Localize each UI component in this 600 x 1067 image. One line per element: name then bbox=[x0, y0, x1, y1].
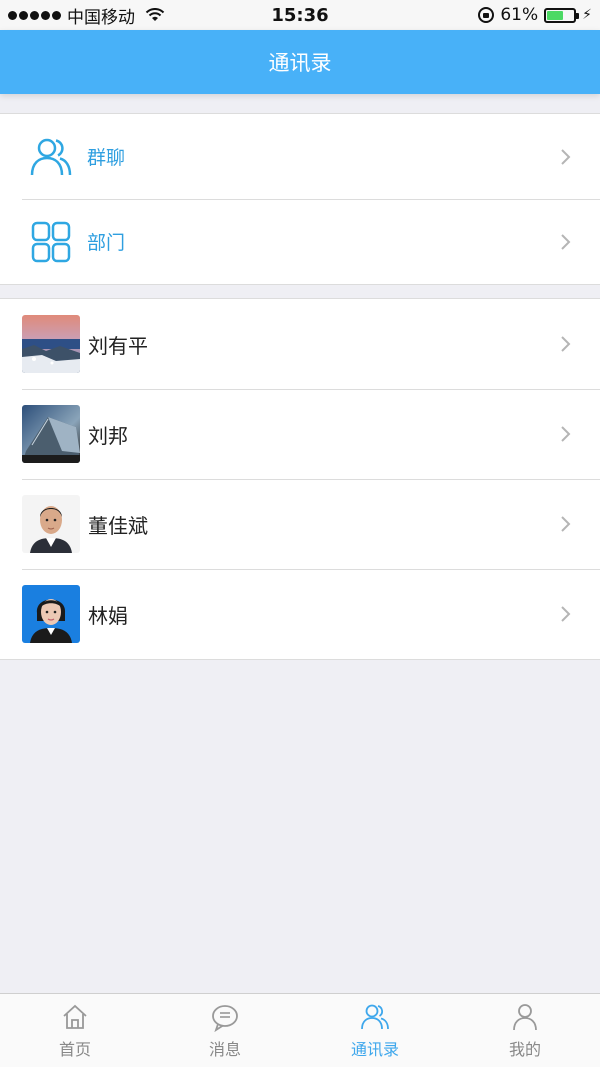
chevron-right-icon bbox=[561, 606, 571, 622]
battery-icon bbox=[544, 7, 580, 23]
navigation-bar: 通讯录 bbox=[0, 30, 600, 94]
contact-avatar bbox=[22, 315, 80, 373]
contact-name: 林娟 bbox=[88, 603, 128, 628]
tab-profile-label: 我的 bbox=[508, 1040, 541, 1059]
tab-contacts[interactable]: 通讯录 bbox=[300, 994, 450, 1067]
group-chat-label: 群聊 bbox=[87, 147, 126, 169]
wifi-icon bbox=[145, 8, 165, 21]
contact-row[interactable]: 刘邦 bbox=[0, 389, 600, 479]
signal-strength-icon bbox=[8, 10, 61, 20]
group-chat-row[interactable]: 群聊 bbox=[0, 114, 600, 199]
department-label: 部门 bbox=[87, 232, 126, 254]
contacts-section: 刘有平 刘邦 董佳斌 林娟 bbox=[0, 298, 600, 660]
charging-icon: ⚡ bbox=[582, 7, 592, 23]
home-icon bbox=[63, 1004, 87, 1029]
department-row[interactable]: 部门 bbox=[0, 199, 600, 284]
tab-bar: 首页 消息 通讯录 我的 bbox=[0, 993, 600, 1067]
carrier-name: 中国移动 bbox=[67, 7, 135, 28]
page-title: 通讯录 bbox=[268, 51, 332, 75]
contact-row[interactable]: 董佳斌 bbox=[0, 479, 600, 569]
contact-name: 刘邦 bbox=[88, 423, 128, 448]
contact-name: 刘有平 bbox=[88, 333, 148, 358]
tab-messages-label: 消息 bbox=[208, 1040, 241, 1059]
contact-avatar bbox=[22, 405, 80, 463]
tab-home-label: 首页 bbox=[58, 1040, 91, 1059]
chevron-right-icon bbox=[561, 426, 571, 442]
chevron-right-icon bbox=[561, 233, 571, 250]
tab-contacts-label: 通讯录 bbox=[350, 1040, 399, 1059]
department-grid-icon bbox=[29, 220, 73, 264]
tab-profile[interactable]: 我的 bbox=[450, 994, 600, 1067]
group-chat-icon bbox=[29, 135, 73, 179]
group-section: 群聊 部门 bbox=[0, 113, 600, 285]
tab-home[interactable]: 首页 bbox=[0, 994, 150, 1067]
message-icon bbox=[212, 1005, 238, 1032]
chevron-right-icon bbox=[561, 516, 571, 532]
orientation-lock-icon bbox=[478, 7, 495, 23]
contact-row[interactable]: 林娟 bbox=[0, 569, 600, 659]
chevron-right-icon bbox=[561, 148, 571, 165]
contacts-icon bbox=[361, 1004, 389, 1030]
contact-row[interactable]: 刘有平 bbox=[0, 299, 600, 389]
tab-messages[interactable]: 消息 bbox=[150, 994, 300, 1067]
contact-name: 董佳斌 bbox=[88, 513, 148, 538]
status-bar: 中国移动 15:36 61% ⚡ bbox=[0, 0, 600, 30]
battery-percent: 61% bbox=[500, 5, 539, 25]
contact-avatar bbox=[22, 495, 80, 553]
contact-avatar bbox=[22, 585, 80, 643]
chevron-right-icon bbox=[561, 336, 571, 352]
profile-icon bbox=[513, 1004, 537, 1031]
